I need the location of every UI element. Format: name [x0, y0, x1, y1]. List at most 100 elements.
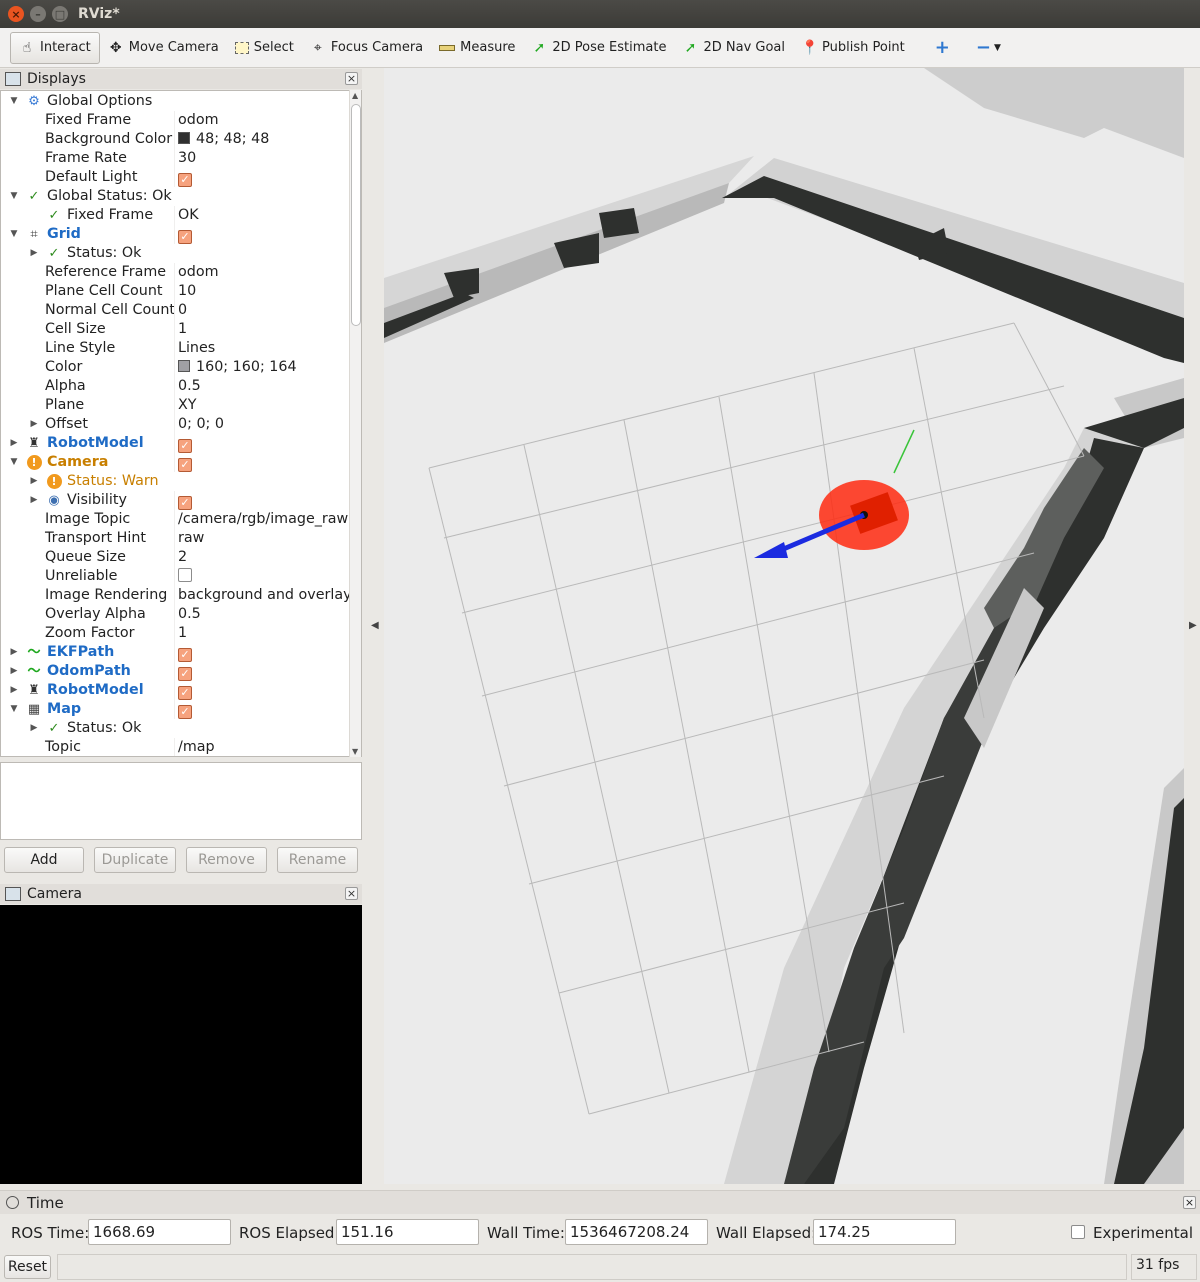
display-property-value[interactable]: odom	[178, 263, 219, 282]
display-property-value[interactable]: odom	[178, 111, 219, 130]
3d-render-view[interactable]	[384, 68, 1184, 1184]
display-tree-row[interactable]: ✓ Fixed Frame OK	[1, 206, 349, 225]
display-tree-row[interactable]: ▶ 〜 EKFPath ✓	[1, 643, 349, 662]
expand-arrow-right-icon[interactable]: ▶	[29, 415, 39, 434]
display-enabled-checkbox[interactable]: ✓	[178, 453, 192, 472]
maximize-window-button[interactable]: □	[52, 6, 68, 22]
display-tree-row[interactable]: Fixed Frame odom	[1, 111, 349, 130]
display-property-value[interactable]: OK	[178, 206, 199, 225]
display-property-value[interactable]: 0.5	[178, 605, 201, 624]
display-tree-row[interactable]: ▶ ✓ Status: Ok	[1, 719, 349, 738]
expand-arrow-right-icon[interactable]: ▶	[9, 434, 19, 453]
camera-image-view[interactable]	[0, 905, 362, 1184]
display-tree-row[interactable]: ▶ 〜 OdomPath ✓	[1, 662, 349, 681]
display-enabled-checkbox[interactable]: ✓	[178, 168, 192, 187]
display-tree-row[interactable]: ▶ ♜ RobotModel ✓	[1, 434, 349, 453]
display-tree-row[interactable]: ▶ ♜ RobotModel ✓	[1, 681, 349, 700]
display-tree-row[interactable]: ▼ ▦ Map ✓	[1, 700, 349, 719]
checkbox-checked-icon[interactable]: ✓	[178, 648, 192, 662]
checkbox-checked-icon[interactable]: ✓	[178, 705, 192, 719]
scroll-up-icon[interactable]: ▲	[352, 91, 358, 100]
expand-arrow-down-icon[interactable]: ▼	[9, 700, 19, 719]
close-time-panel-button[interactable]: ×	[1183, 1196, 1196, 1209]
display-enabled-checkbox[interactable]: ✓	[178, 681, 192, 700]
display-tree-row[interactable]: Overlay Alpha 0.5	[1, 605, 349, 624]
display-tree-row[interactable]: Reference Frame odom	[1, 263, 349, 282]
expand-arrow-right-icon[interactable]: ▶	[9, 662, 19, 681]
checkbox-checked-icon[interactable]: ✓	[178, 686, 192, 700]
checkbox-checked-icon[interactable]: ✓	[178, 496, 192, 510]
checkbox-checked-icon[interactable]: ✓	[178, 230, 192, 244]
display-property-value[interactable]: /map	[178, 738, 215, 756]
display-tree-row[interactable]: Topic/map	[1, 738, 349, 756]
checkbox-checked-icon[interactable]: ✓	[178, 458, 192, 472]
checkbox-unchecked-icon[interactable]	[178, 568, 192, 582]
add-tool-button[interactable]: +	[927, 32, 958, 64]
display-tree-row[interactable]: ▼! Camera ✓	[1, 453, 349, 472]
display-property-value[interactable]: raw	[178, 529, 204, 548]
display-tree-row[interactable]: ▶ ◉ Visibility ✓	[1, 491, 349, 510]
select-tool-button[interactable]: Select	[227, 32, 302, 64]
expand-arrow-right-icon[interactable]: ▶	[29, 491, 39, 510]
display-enabled-checkbox[interactable]	[178, 567, 192, 586]
display-tree-row[interactable]: Plane XY	[1, 396, 349, 415]
display-enabled-checkbox[interactable]: ✓	[178, 662, 192, 681]
displays-tree[interactable]: ▼ ⚙ Global Options Fixed Frame odom Backgroun…	[0, 90, 362, 757]
measure-tool-button[interactable]: Measure	[431, 32, 523, 64]
interact-tool-button[interactable]: ☝ Interact	[10, 31, 100, 64]
display-property-value[interactable]: 30	[178, 149, 196, 168]
nav-goal-tool-button[interactable]: ➚ 2D Nav Goal	[674, 32, 793, 64]
display-tree-row[interactable]: ▶ Offset 0; 0; 0	[1, 415, 349, 434]
close-window-button[interactable]: ×	[8, 6, 24, 22]
display-tree-row[interactable]: Color 160; 160; 164	[1, 358, 349, 377]
display-tree-row[interactable]: ▶! Status: Warn	[1, 472, 349, 491]
publish-point-tool-button[interactable]: 📍 Publish Point	[793, 32, 913, 64]
display-tree-row[interactable]: ▼ ⚙ Global Options	[1, 92, 349, 111]
display-property-value[interactable]: 0; 0; 0	[178, 415, 224, 434]
display-tree-row[interactable]: Unreliable	[1, 567, 349, 586]
add-display-button[interactable]: Add	[4, 847, 84, 873]
display-tree-row[interactable]: Cell Size 1	[1, 320, 349, 339]
scrollbar-thumb[interactable]	[351, 104, 361, 326]
left-splitter[interactable]: ◀	[362, 68, 384, 1184]
right-splitter[interactable]: ▶	[1184, 68, 1200, 1184]
display-property-value[interactable]: 1	[178, 624, 187, 643]
wall-elapsed-field[interactable]: 174.25	[813, 1219, 956, 1245]
display-property-value[interactable]: background and overlay	[178, 586, 352, 605]
display-tree-row[interactable]: Transport Hint raw	[1, 529, 349, 548]
expand-arrow-right-icon[interactable]: ▶	[29, 244, 39, 263]
display-tree-row[interactable]: ▼ ⌗ Grid ✓	[1, 225, 349, 244]
display-tree-row[interactable]: Queue Size 2	[1, 548, 349, 567]
display-enabled-checkbox[interactable]: ✓	[178, 225, 192, 244]
expand-arrow-down-icon[interactable]: ▼	[9, 225, 19, 244]
display-property-value[interactable]: 1	[178, 320, 187, 339]
display-tree-row[interactable]: Image Topic/camera/rgb/image_raw	[1, 510, 349, 529]
display-tree-row[interactable]: ▼ ✓ Global Status: Ok	[1, 187, 349, 206]
display-tree-row[interactable]: Default Light ✓	[1, 168, 349, 187]
scroll-down-icon[interactable]: ▼	[352, 747, 358, 756]
checkbox-checked-icon[interactable]: ✓	[178, 667, 192, 681]
display-enabled-checkbox[interactable]: ✓	[178, 434, 192, 453]
ros-time-field[interactable]: 1668.69	[88, 1219, 231, 1245]
close-panel-button[interactable]: ×	[345, 72, 358, 85]
display-property-value[interactable]: 0.5	[178, 377, 201, 396]
checkbox-checked-icon[interactable]: ✓	[178, 439, 192, 453]
remove-tool-button[interactable]: − ▼	[968, 32, 1009, 64]
display-tree-row[interactable]: Frame Rate 30	[1, 149, 349, 168]
expand-arrow-down-icon[interactable]: ▼	[9, 453, 19, 472]
display-tree-row[interactable]: Image Rendering background and overlay	[1, 586, 352, 605]
display-enabled-checkbox[interactable]: ✓	[178, 700, 192, 719]
reset-button[interactable]: Reset	[4, 1255, 51, 1279]
collapse-right-icon[interactable]: ▶	[1189, 620, 1197, 631]
display-property-value[interactable]: Lines	[178, 339, 215, 358]
display-property-value[interactable]: /camera/rgb/image_raw	[178, 510, 348, 529]
remove-display-button[interactable]: Remove	[186, 847, 267, 873]
display-enabled-checkbox[interactable]: ✓	[178, 491, 192, 510]
rename-display-button[interactable]: Rename	[277, 847, 358, 873]
expand-arrow-right-icon[interactable]: ▶	[29, 719, 39, 738]
expand-arrow-right-icon[interactable]: ▶	[9, 643, 19, 662]
display-tree-row[interactable]: ▶ ✓ Status: Ok	[1, 244, 349, 263]
expand-arrow-right-icon[interactable]: ▶	[29, 472, 39, 491]
display-tree-row[interactable]: Alpha 0.5	[1, 377, 349, 396]
color-property-value[interactable]: 160; 160; 164	[178, 358, 297, 377]
